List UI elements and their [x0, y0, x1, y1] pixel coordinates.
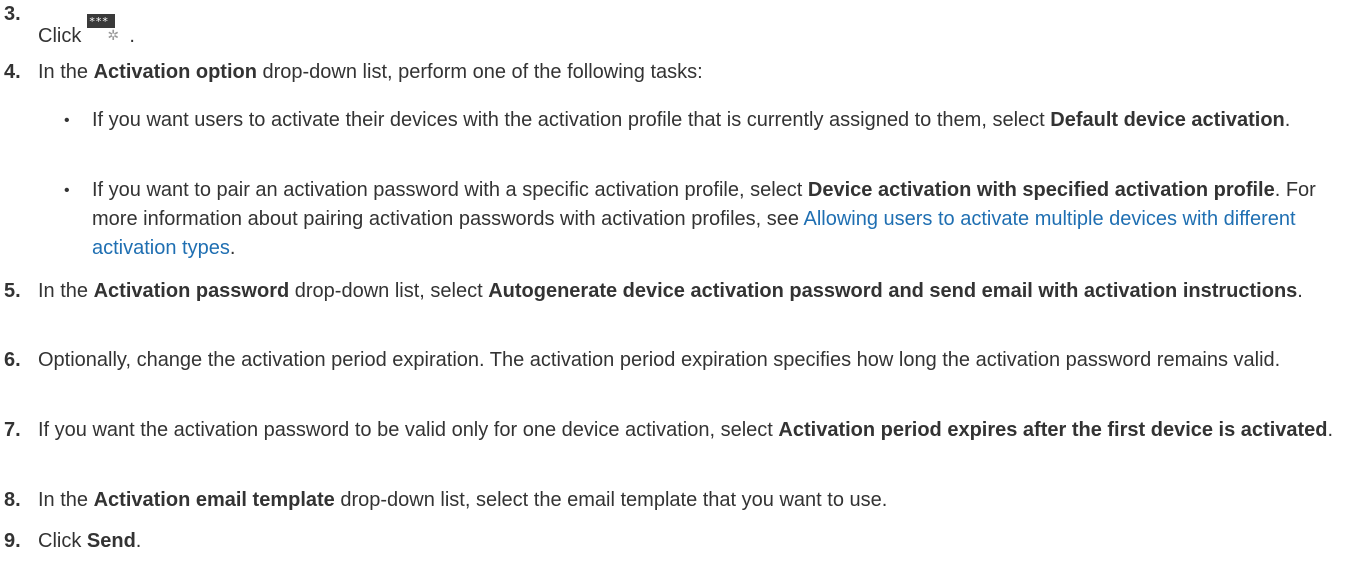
step-number: 7. [4, 419, 21, 441]
step-text: In the Activation option drop-down list,… [38, 61, 703, 83]
list-item: • If you want users to activate their de… [0, 106, 1340, 135]
step-3: 3. Click *** ✲. [0, 2, 1340, 51]
step-7: 7. If you want the activation password t… [0, 416, 1340, 445]
step-9: 9. Click Send. [0, 527, 1340, 556]
instructions-page: 3. Click *** ✲. 4. In the Activation optio… [0, 0, 1348, 565]
step-5: 5. In the Activation password drop-down … [0, 277, 1340, 306]
step-number: 5. [4, 280, 21, 302]
step-number: 4. [4, 61, 21, 83]
step-8: 8. In the Activation email template drop… [0, 486, 1340, 515]
step-number: 6. [4, 349, 21, 371]
step-text: In the Activation password drop-down lis… [38, 280, 1303, 302]
step-text: Optionally, change the activation period… [38, 349, 1281, 371]
step-number: 8. [4, 489, 21, 511]
bullet-text: If you want users to activate their devi… [92, 109, 1291, 131]
step-6: 6. Optionally, change the activation per… [0, 346, 1340, 375]
step-text: If you want the activation password to b… [38, 419, 1334, 441]
step-text: Click [38, 25, 82, 47]
step-text: Click Send. [38, 530, 142, 552]
step-number: 9. [4, 530, 21, 552]
step-number: 3. [4, 3, 21, 25]
bullet-dot: • [64, 182, 70, 199]
bullet-dot: • [64, 112, 70, 129]
step-text: In the Activation email template drop-do… [38, 489, 888, 511]
list-item: • If you want to pair an activation pass… [0, 176, 1340, 263]
bullet-text: If you want to pair an activation passwo… [92, 179, 1316, 259]
step-4: 4. In the Activation option drop-down li… [0, 58, 1340, 87]
activation-settings-icon: *** ✲ [87, 14, 120, 44]
